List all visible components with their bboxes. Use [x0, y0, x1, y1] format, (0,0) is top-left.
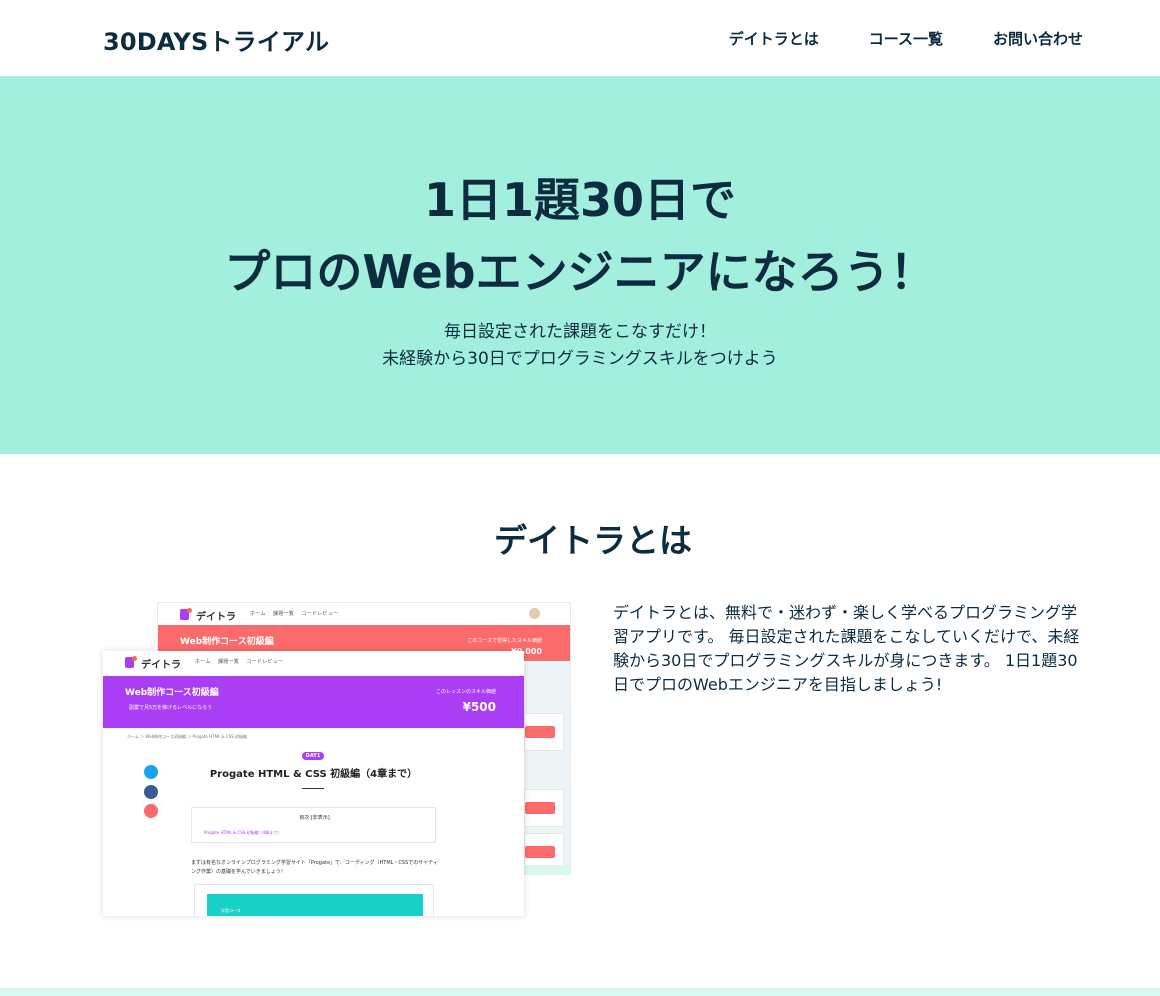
mock-course-band: Web制作コース初級編 副業で月5万を稼げるレベルになろう このレッスンのスキル…: [103, 676, 524, 728]
mock-logo-text: デイトラ: [196, 612, 236, 623]
site-header: 30DAYSトライアル デイトラとは コース一覧 お問い合わせ: [0, 0, 1160, 76]
mock-card-button: [525, 802, 555, 814]
avatar-icon: [529, 608, 540, 619]
nav-link-contact[interactable]: お問い合わせ: [993, 28, 1083, 49]
mock-table-of-contents: 目次 [非表示] Progate HTML & CSS 初級編（4章まで）: [191, 807, 436, 843]
about-description: デイトラとは、無料で・迷わず・楽しく学べるプログラミング学習アプリです。 毎日設…: [613, 603, 1080, 694]
nav-link-courses[interactable]: コース一覧: [869, 28, 943, 49]
hero-title-line-1: 1日1題30日で: [423, 173, 737, 227]
mock-logo-text: デイトラ: [141, 660, 181, 671]
hero-subtitle-line-2: 未経験から30日でプログラミングスキルをつけよう: [382, 349, 778, 369]
mock-band-title: Web制作コース初級編: [180, 637, 274, 647]
mock-divider: [302, 788, 324, 789]
mock-nav: ホーム 課題一覧 コードレビュー: [250, 611, 339, 617]
twitter-icon: [144, 765, 158, 779]
day-badge: DAY1: [302, 752, 324, 760]
mock-body-text: まずは有名なオンラインプログラミング学習サイト「Progate」で、コーディング…: [191, 860, 438, 875]
mock-card: [524, 789, 564, 827]
link-icon: [144, 804, 158, 818]
site-logo[interactable]: 30DAYSトライアル: [103, 22, 329, 57]
mock-course-box: 学習コース: [194, 884, 434, 916]
facebook-icon: [144, 785, 158, 799]
mock-band-skill-label: このコースで習得したスキル価値: [467, 638, 542, 644]
mock-header: デイトラ ホーム 課題一覧 コードレビュー: [158, 603, 570, 625]
mock-course-card: 学習コース: [207, 894, 423, 916]
mock-band-title: Web制作コース初級編: [125, 688, 219, 698]
mock-lesson-title: Progate HTML & CSS 初級編（4章まで）: [209, 769, 418, 780]
mock-header: デイトラ ホーム 課題一覧 コードレビュー: [103, 651, 524, 673]
mock-course-label: 学習コース: [221, 908, 241, 913]
mock-card-button: [525, 846, 555, 858]
mock-band-skill-label: このレッスンのスキル価値: [435, 689, 496, 695]
app-screenshot-front: デイトラ ホーム 課題一覧 コードレビュー Web制作コース初級編 副業で月5万…: [103, 651, 524, 916]
mock-nav: ホーム 課題一覧 コードレビュー: [195, 659, 284, 665]
hero-title-line-2: プロのWebエンジニアになろう！: [224, 245, 936, 299]
mock-card: [524, 713, 564, 751]
main-nav: デイトラとは コース一覧 お問い合わせ: [729, 28, 1083, 49]
next-section-edge: [0, 988, 1160, 996]
mock-breadcrumb: ホーム ＞ Web制作コース初級編 ＞ Progate HTML & CSS 初…: [127, 734, 248, 739]
app-logo-icon: [180, 608, 192, 620]
hero-subtitle: 毎日設定された課題をこなすだけ！ 未経験から30日でプログラミングスキルをつけよ…: [0, 319, 1160, 373]
mock-toc-link: Progate HTML & CSS 初級編（4章まで）: [204, 830, 282, 835]
mock-band-price: ¥500: [462, 700, 496, 714]
mock-card-button: [525, 726, 555, 738]
about-section-title: デイトラとは: [494, 521, 692, 560]
mock-footer-strip: [516, 865, 570, 874]
app-logo-icon: [125, 656, 137, 668]
hero-subtitle-line-1: 毎日設定された課題をこなすだけ！: [444, 322, 716, 342]
hero-title: 1日1題30日で プロのWebエンジニアになろう！: [0, 164, 1160, 308]
hero-section: 1日1題30日で プロのWebエンジニアになろう！ 毎日設定された課題をこなすだ…: [0, 76, 1160, 454]
nav-link-about[interactable]: デイトラとは: [729, 28, 819, 49]
mock-band-subtitle: 副業で月5万を稼げるレベルになろう: [129, 705, 213, 711]
mock-toc-title: 目次 [非表示]: [299, 815, 330, 821]
